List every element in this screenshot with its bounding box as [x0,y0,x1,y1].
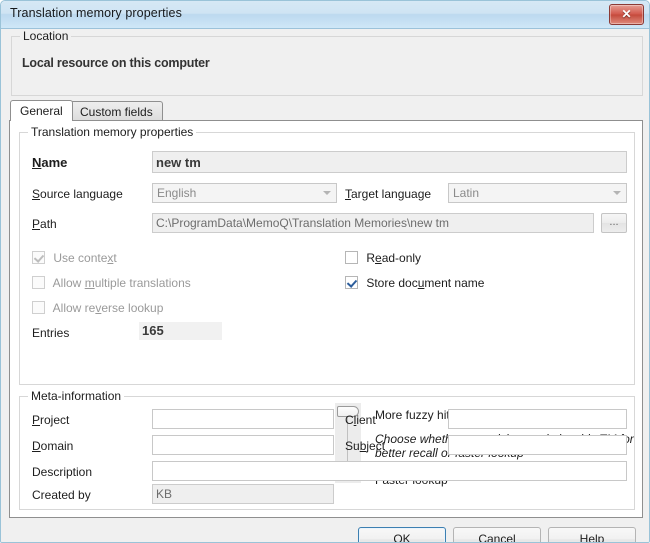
source-language-value: English [157,186,197,200]
domain-input[interactable] [152,435,334,455]
read-only-label: Read-only [366,251,422,265]
checkbox-icon [32,251,45,264]
created-by-label: Created by [32,488,91,502]
checkbox-icon [345,276,358,289]
project-input[interactable] [152,409,334,429]
read-only-checkbox[interactable]: Read-only [345,251,421,265]
tab-general[interactable]: General [10,100,73,121]
created-by-input [152,484,334,504]
browse-path-button[interactable]: ... [601,213,627,233]
target-language-value: Latin [453,186,480,200]
close-icon: ✕ [621,7,632,21]
cancel-button[interactable]: Cancel [453,527,541,542]
target-language-combo[interactable]: Latin [448,183,627,203]
domain-label: Domain [32,439,74,453]
allow-reverse-lookup-label: Allow reverse lookup [52,301,164,315]
source-language-combo[interactable]: English [152,183,337,203]
subject-label: Subject [345,439,386,453]
ok-button[interactable]: OK [358,527,446,542]
store-document-name-label: Store document name [366,276,485,290]
chevron-down-icon [613,191,621,195]
allow-multiple-translations-label: Allow multiple translations [52,276,191,290]
client-label: Client [345,413,376,427]
window-title: Translation memory properties [10,6,182,20]
allow-multiple-translations-checkbox[interactable]: Allow multiple translations [32,276,191,290]
description-input[interactable] [152,461,627,481]
target-language-label: Target language [345,187,432,201]
dialog-client-area: Location Local resource on this computer… [1,29,649,542]
checkbox-icon [32,276,45,289]
description-label: Description [32,465,93,479]
use-context-label: Use context [53,251,117,265]
meta-information-group-caption: Meta-information [28,389,125,403]
tab-custom-fields[interactable]: Custom fields [70,101,163,120]
translation-memory-properties-dialog: Translation memory properties ✕ Location… [0,0,650,543]
location-value: Local resource on this computer [22,56,210,70]
subject-input[interactable] [448,435,627,455]
tm-properties-group-caption: Translation memory properties [28,125,197,139]
meta-information-group: Meta-information Project Client Domain S… [19,389,635,510]
tab-page-general: Translation memory properties Name Sourc… [9,120,643,518]
allow-reverse-lookup-checkbox[interactable]: Allow reverse lookup [32,301,163,315]
checkbox-icon [32,301,45,314]
entries-value [139,322,222,340]
close-button[interactable]: ✕ [609,4,644,25]
name-input[interactable] [152,151,627,173]
help-button[interactable]: Help [548,527,636,542]
entries-label: Entries [32,326,70,340]
path-label: Path [32,217,57,231]
tm-properties-group: Translation memory properties Name Sourc… [19,125,635,385]
tab-strip: General Custom fields [9,100,643,121]
client-input[interactable] [448,409,627,429]
checkbox-icon [345,251,358,264]
location-group: Location Local resource on this computer [11,29,643,96]
path-input[interactable] [152,213,594,233]
chevron-down-icon [323,191,331,195]
location-group-caption: Location [20,29,72,43]
store-document-name-checkbox[interactable]: Store document name [345,276,484,290]
use-context-checkbox[interactable]: Use context [32,251,117,265]
source-language-label: Source language [32,187,123,201]
title-bar: Translation memory properties ✕ [1,1,649,29]
project-label: Project [32,413,70,427]
name-label: Name [32,155,68,170]
